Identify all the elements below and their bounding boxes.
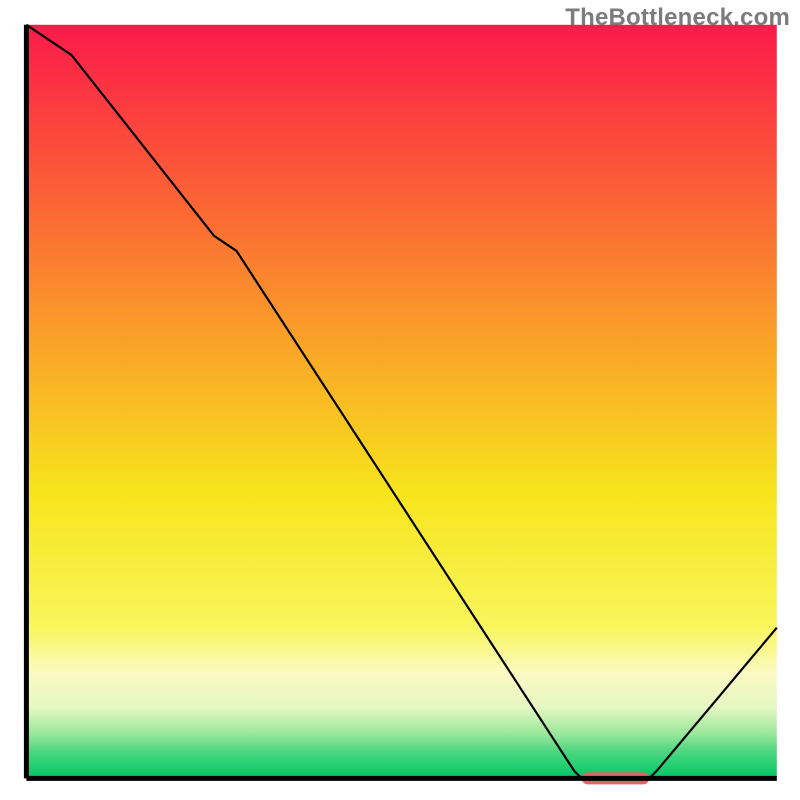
bottleneck-chart xyxy=(0,0,800,800)
chart-container: TheBottleneck.com xyxy=(0,0,800,800)
plot-background xyxy=(26,25,776,779)
